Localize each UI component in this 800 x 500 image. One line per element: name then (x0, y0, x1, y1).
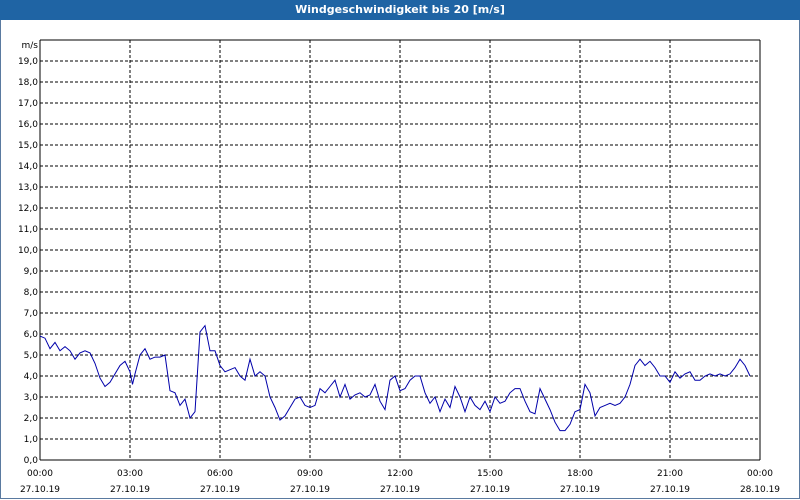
x-axis-ticks: 00:00 27.10.19 03:00 27.10.19 06:00 27.10.19 0… (20, 469, 780, 495)
x-tick-date: 27.10.19 (290, 485, 330, 495)
y-tick-label: 9,0 (24, 267, 39, 277)
x-tick-time: 00:00 (747, 469, 773, 479)
x-tick-date: 28.10.19 (740, 485, 780, 495)
x-tick-time: 00:00 (27, 469, 53, 479)
y-tick-label: 2,0 (24, 414, 39, 424)
x-tick-date: 27.10.19 (470, 485, 510, 495)
x-tick-date: 27.10.19 (20, 485, 60, 495)
x-tick-time: 15:00 (477, 469, 503, 479)
x-tick-time: 12:00 (387, 469, 413, 479)
y-tick-label: 1,0 (24, 435, 39, 445)
y-tick-label: 0,0 (24, 456, 39, 466)
x-tick-date: 27.10.19 (200, 485, 240, 495)
series-layer (39, 324, 751, 432)
y-tick-label: 13,0 (18, 183, 38, 193)
y-tick-label: 16,0 (18, 120, 38, 130)
x-tick-date: 27.10.19 (110, 485, 150, 495)
x-tick-date: 27.10.19 (380, 485, 420, 495)
x-tick-time: 21:00 (657, 469, 683, 479)
x-tick-time: 03:00 (117, 469, 143, 479)
x-tick-time: 09:00 (297, 469, 323, 479)
y-tick-label: 11,0 (18, 225, 38, 235)
y-tick-label: 3,0 (24, 393, 39, 403)
y-tick-label: 19,0 (18, 57, 38, 67)
y-tick-label: 12,0 (18, 204, 38, 214)
x-tick-date: 27.10.19 (650, 485, 690, 495)
y-tick-label: 8,0 (24, 288, 39, 298)
y-tick-label: 18,0 (18, 78, 38, 88)
y-axis-ticks: 0,0 1,0 2,0 3,0 4,0 5,0 6,0 7,0 8,0 9,0 10,0 11,0 12… (18, 57, 38, 466)
y-tick-label: 7,0 (24, 309, 39, 319)
y-tick-label: 15,0 (18, 141, 38, 151)
wind-speed-line (39, 324, 751, 432)
x-tick-time: 18:00 (567, 469, 593, 479)
y-tick-label: 5,0 (24, 351, 39, 361)
wind-speed-chart: 0,0 1,0 2,0 3,0 4,0 5,0 6,0 7,0 8,0 9,0 10,0 11,0 12… (18, 39, 780, 495)
x-tick-date: 27.10.19 (560, 485, 600, 495)
y-axis-label: m/s (22, 41, 39, 51)
grid-lines (40, 40, 760, 460)
y-tick-label: 10,0 (18, 246, 38, 256)
y-tick-label: 4,0 (24, 372, 39, 382)
y-tick-label: 14,0 (18, 162, 38, 172)
y-tick-label: 17,0 (18, 99, 38, 109)
x-tick-time: 06:00 (207, 469, 233, 479)
y-tick-label: 6,0 (24, 330, 39, 340)
